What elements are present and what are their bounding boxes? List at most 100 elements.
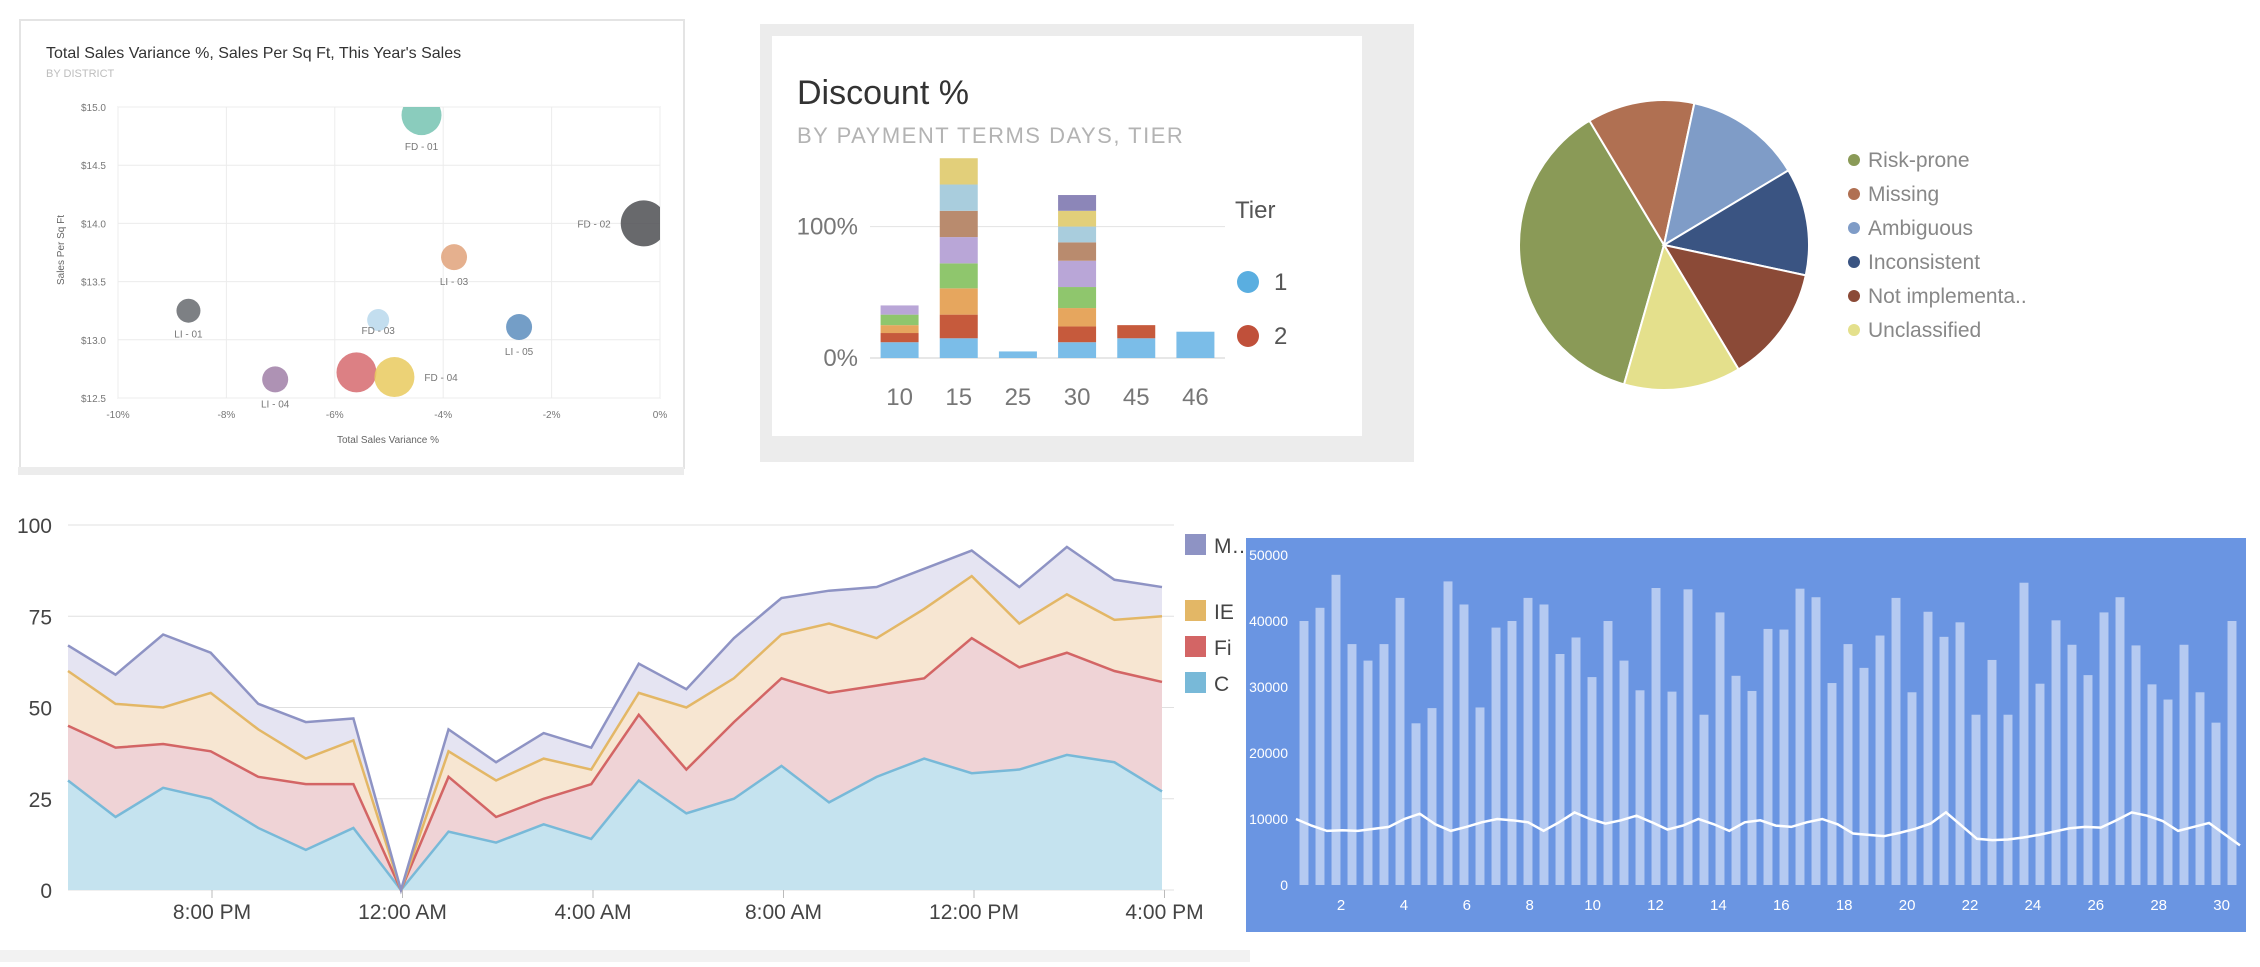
blue-bar — [2115, 597, 2125, 885]
discount-bar-segment — [1176, 331, 1215, 358]
blue-bar — [1859, 667, 1869, 885]
discount-chart-title: Discount % — [797, 74, 969, 112]
discount-legend-title: Tier — [1235, 197, 1275, 224]
pie-legend-swatch — [1848, 188, 1860, 200]
bubble-point-label: LI - 05 — [505, 347, 534, 358]
blue-bar — [1459, 604, 1469, 885]
area-y-tick-label: 25 — [29, 789, 52, 812]
blue-x-tick-label: 8 — [1526, 897, 1534, 914]
bubble-point — [374, 357, 415, 398]
area-legend-label: M… S… — [1214, 535, 1250, 558]
blue-bar — [1971, 714, 1981, 885]
blue-x-tick-label: 24 — [2025, 897, 2042, 914]
area-x-tick-label: 4:00 AM — [554, 901, 631, 924]
blue-y-tick-label: 20000 — [1249, 745, 1288, 761]
blue-bar — [2035, 683, 2045, 885]
pie-legend-swatch — [1848, 154, 1860, 166]
discount-bar-segment — [1058, 242, 1097, 261]
blue-bar-chart: 500004000030000200001000002 4 6 8 10 12 14 16 18… — [1249, 547, 2241, 914]
bubble-point — [506, 313, 533, 340]
pie-legend-label: Risk-prone — [1868, 149, 1970, 172]
blue-bar — [1475, 707, 1485, 885]
discount-bar-segment — [880, 314, 919, 326]
discount-bar-segment — [1058, 260, 1097, 288]
area-y-tick-label: 0 — [40, 880, 52, 903]
blue-bar — [1555, 654, 1565, 885]
discount-chart: Discount % BY PAYMENT TERMS DAYS, TIER 1… — [772, 36, 1362, 436]
blue-y-tick-label: 40000 — [1249, 613, 1288, 629]
discount-x-tick-label: 10 — [886, 384, 913, 411]
blue-bar — [1731, 675, 1741, 885]
area-x-tick-label: 8:00 AM — [745, 901, 822, 924]
blue-bar — [2003, 714, 2013, 885]
bubble-x-axis-label: Total Sales Variance % — [337, 435, 439, 446]
blue-bar — [2147, 684, 2157, 885]
discount-bar-segment — [880, 325, 919, 334]
discount-bar-segment — [1117, 338, 1156, 358]
bubble-point — [262, 366, 289, 393]
bubble-y-tick-label: $13.0 — [81, 336, 106, 347]
bubble-point-label: FD - 01 — [405, 142, 439, 153]
pie-chart: Risk-prone Missing Ambiguous Inconsistent No… — [1518, 99, 2027, 391]
area-y-tick-label: 50 — [29, 698, 52, 721]
discount-legend-label: 2 — [1274, 323, 1287, 350]
blue-bar — [1539, 604, 1549, 885]
blue-bar — [2067, 644, 2077, 885]
blue-bar — [1427, 708, 1437, 885]
discount-x-tick-label: 25 — [1005, 384, 1032, 411]
bubble-point-label: LI - 04 — [261, 399, 290, 410]
blue-x-tick-label: 10 — [1584, 897, 1601, 914]
bubble-y-tick-label: $15.0 — [81, 103, 106, 114]
discount-chart-subtitle: BY PAYMENT TERMS DAYS, TIER — [797, 123, 1184, 148]
blue-bar — [1907, 692, 1917, 885]
bubble-x-tick-label: -10% — [106, 410, 129, 421]
bubble-point-label: FD - 02 — [577, 219, 611, 230]
blue-bar — [1939, 636, 1949, 885]
pie-legend-swatch — [1848, 290, 1860, 302]
discount-bar-segment — [1117, 325, 1156, 339]
area-x-tick-label: 8:00 PM — [173, 901, 251, 924]
discount-bar-segment — [939, 288, 978, 315]
discount-bar-segment — [1058, 342, 1097, 358]
pie-chart-panel: Risk-prone Missing Ambiguous Inconsistent No… — [1500, 90, 2110, 410]
blue-bar — [1443, 581, 1453, 885]
discount-bar-segment — [1058, 226, 1097, 243]
bubble-x-tick-label: 0% — [653, 410, 668, 421]
blue-bar — [2163, 699, 2173, 885]
blue-bar — [2019, 582, 2029, 885]
blue-x-tick-label: 22 — [1962, 897, 1979, 914]
area-x-tick-label: 12:00 PM — [929, 901, 1019, 924]
discount-bar-segment — [880, 333, 919, 343]
bubble-chart-panel: Total Sales Variance %, Sales Per Sq Ft,… — [0, 0, 686, 485]
blue-bar — [1843, 644, 1853, 885]
bubble-chart-subtitle: BY DISTRICT — [46, 68, 115, 80]
blue-y-tick-label: 0 — [1280, 877, 1288, 893]
bubble-y-tick-label: $14.5 — [81, 161, 106, 172]
bubble-point — [336, 352, 377, 393]
bubble-point-label: LI - 01 — [174, 330, 203, 341]
bubble-x-tick-label: -6% — [326, 410, 344, 421]
bubble-x-tick-label: -8% — [218, 410, 236, 421]
blue-bar — [1347, 644, 1357, 885]
blue-x-tick-label: 16 — [1773, 897, 1790, 914]
blue-bar — [1683, 589, 1693, 885]
bubble-chart-title: Total Sales Variance %, Sales Per Sq Ft,… — [46, 45, 461, 62]
pie-legend-label: Ambiguous — [1868, 217, 1973, 240]
discount-x-tick-label: 45 — [1123, 384, 1150, 411]
blue-bar — [1763, 628, 1773, 885]
discount-legend-label: 1 — [1274, 269, 1287, 296]
blue-bar — [1875, 635, 1885, 885]
discount-bar-segment — [880, 342, 919, 358]
discount-bar-segment — [1058, 195, 1097, 211]
blue-bar-chart-panel: 50000 40000 30000 20000 10000 0 2 4 6 8 10 12 14 16 18… — [1246, 538, 2246, 932]
bubble-y-tick-label: $14.0 — [81, 219, 106, 230]
blue-y-tick-label: 30000 — [1249, 679, 1288, 695]
blue-x-tick-label: 18 — [1836, 897, 1853, 914]
blue-bar — [1331, 574, 1341, 885]
pie-legend-label: Inconsistent — [1868, 251, 1980, 274]
discount-y-tick-label: 100% — [797, 214, 858, 241]
blue-y-tick-label: 10000 — [1249, 811, 1288, 827]
blue-x-tick-label: 14 — [1710, 897, 1727, 914]
blue-y-tick-label: 50000 — [1249, 547, 1288, 563]
blue-bar — [1987, 659, 1997, 885]
